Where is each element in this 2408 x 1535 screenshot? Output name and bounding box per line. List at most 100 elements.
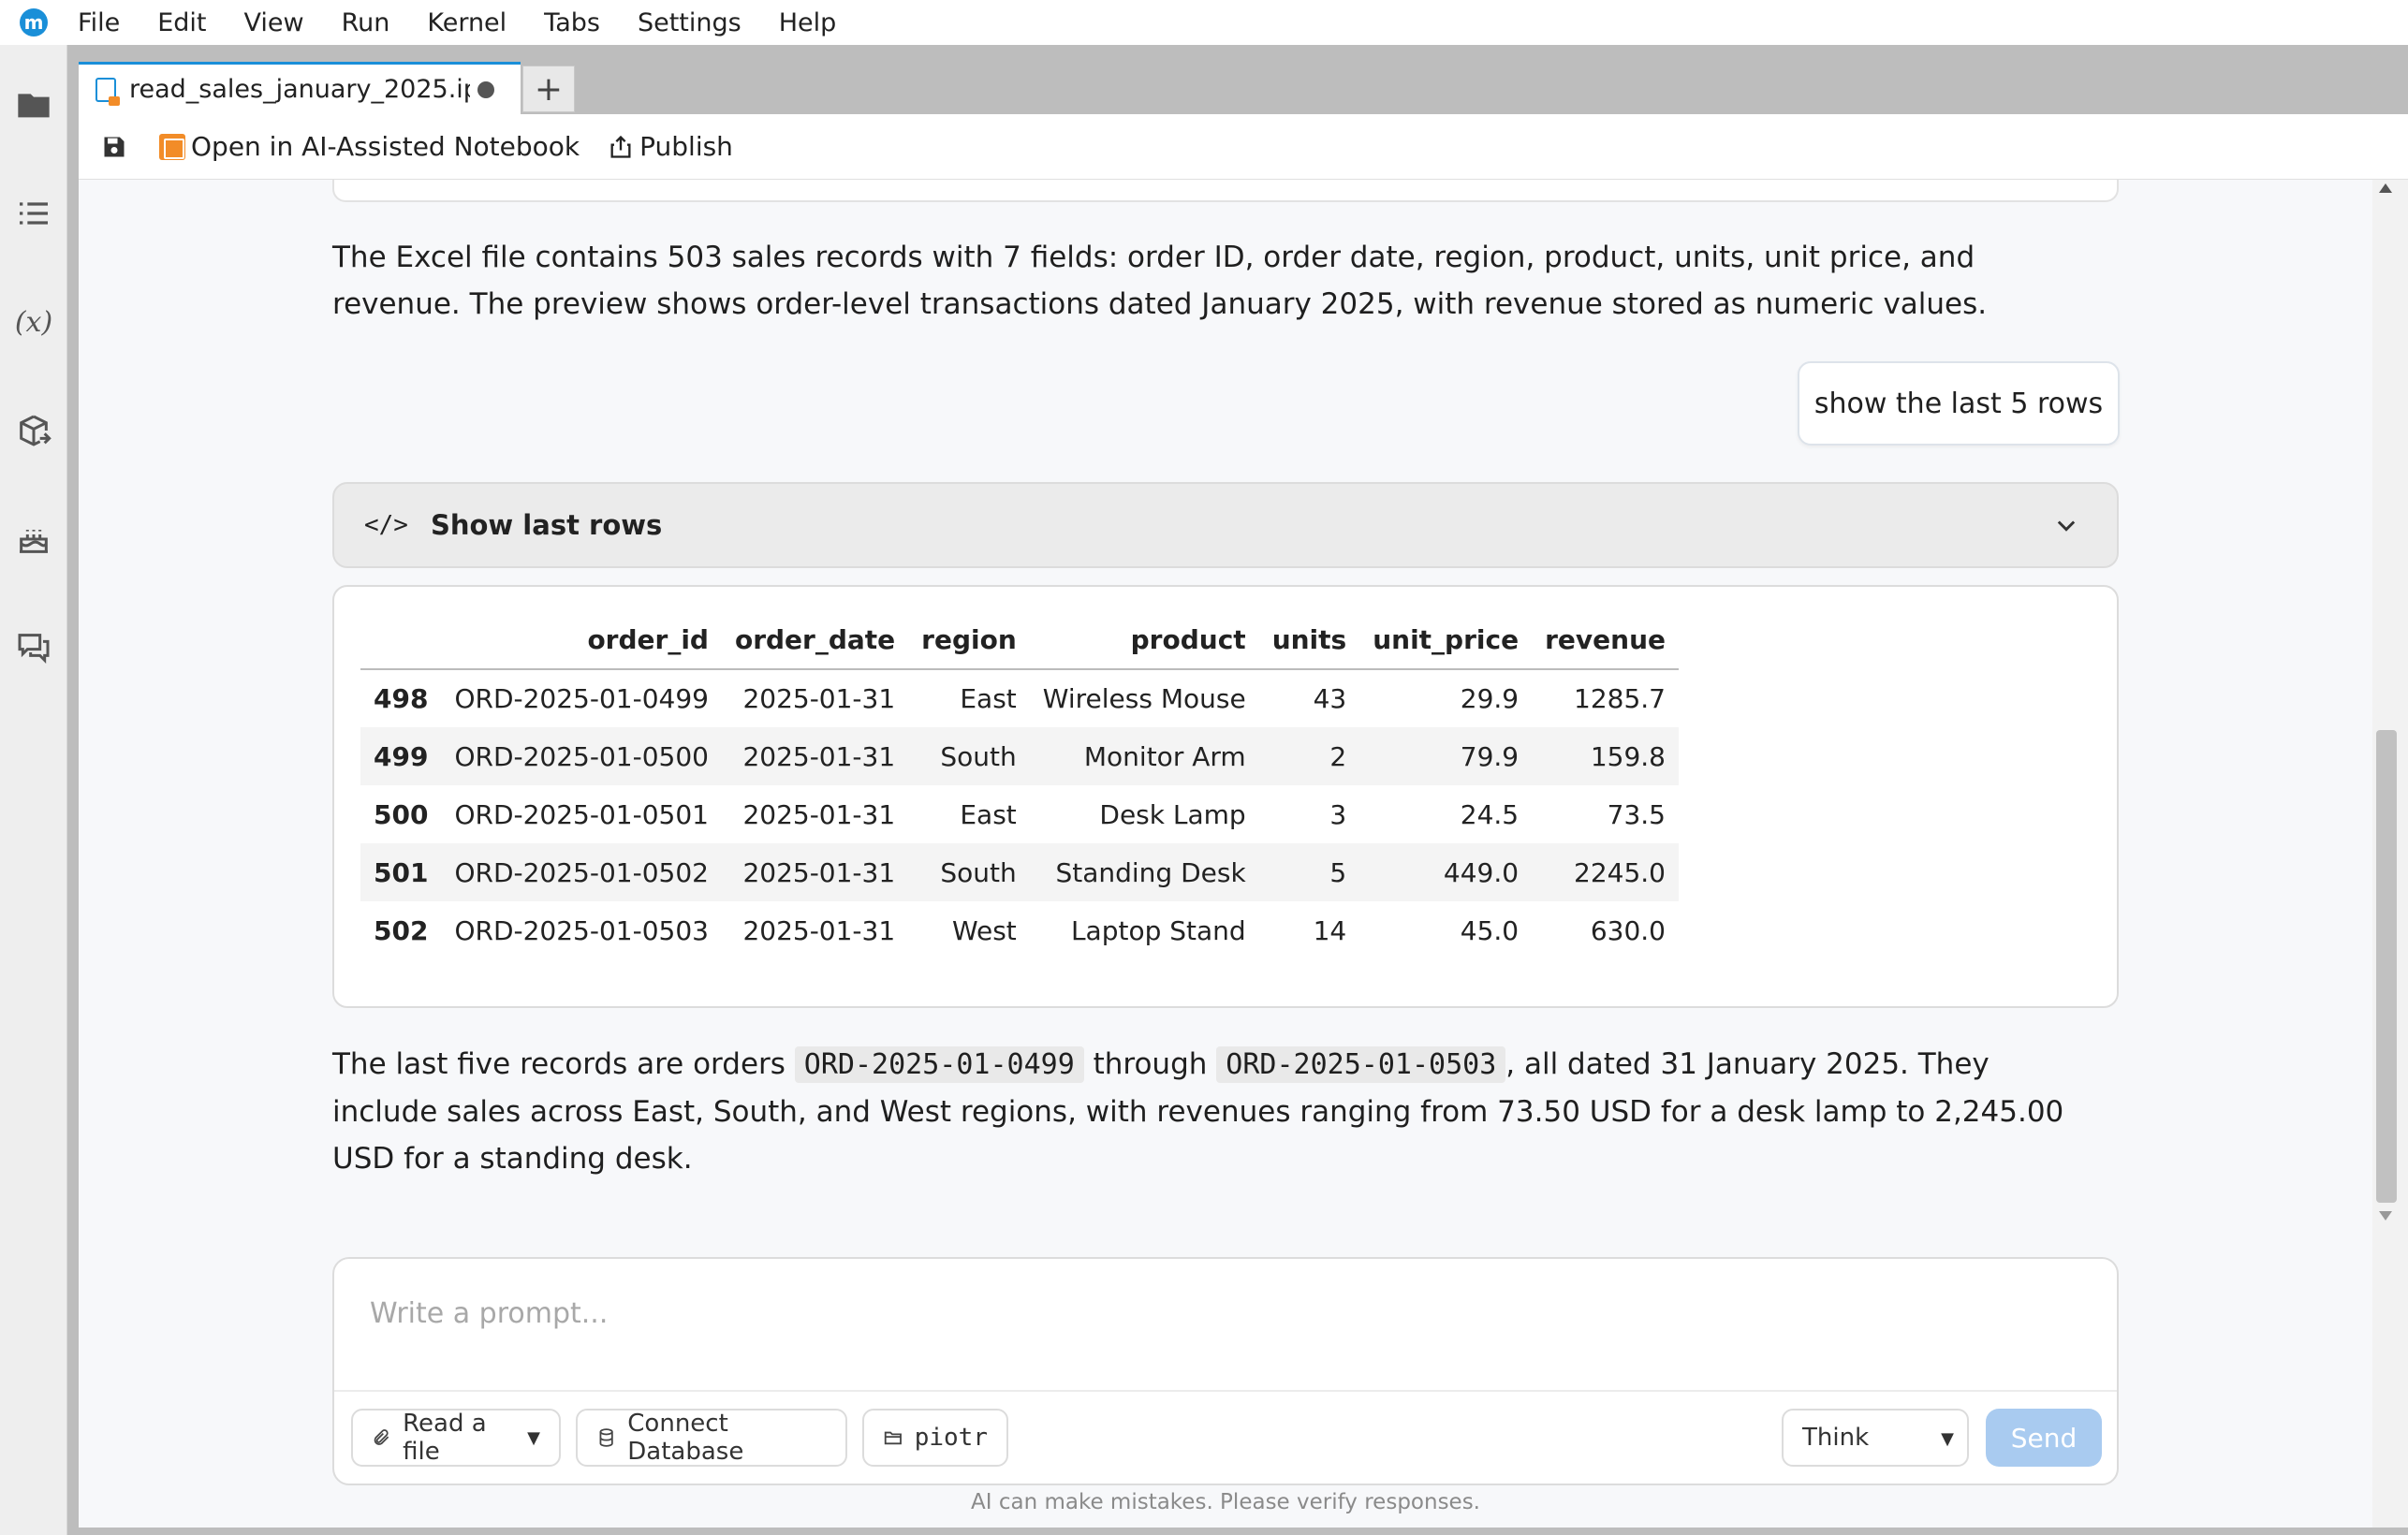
menu-kernel[interactable]: Kernel xyxy=(427,8,507,37)
table-cell: 2 xyxy=(1329,740,1347,772)
table-cell: 2025-01-31 xyxy=(742,740,896,772)
table-cell: ORD-2025-01-0501 xyxy=(454,798,709,830)
scroll-up-icon[interactable] xyxy=(2379,183,2392,193)
folder-open-icon xyxy=(884,1431,902,1445)
menu-file[interactable]: File xyxy=(78,8,120,37)
table-cell: 5 xyxy=(1329,856,1347,888)
table-of-contents-icon[interactable] xyxy=(13,193,54,234)
column-header: unit_price xyxy=(1359,611,1533,670)
table-cell: 2025-01-31 xyxy=(742,798,896,830)
share-icon xyxy=(608,134,634,160)
user-message-bubble: show the last 5 rows xyxy=(1798,361,2120,446)
connect-database-label: Connect Database xyxy=(627,1410,744,1466)
table-cell: 3 xyxy=(1329,798,1347,830)
column-header: order_id xyxy=(441,611,722,670)
save-button[interactable] xyxy=(97,130,131,164)
menu-settings[interactable]: Settings xyxy=(638,8,741,37)
menu-tabs[interactable]: Tabs xyxy=(544,8,600,37)
left-sidebar: (x) xyxy=(0,45,67,1535)
prompt-input[interactable] xyxy=(370,1285,2074,1341)
table-cell: 1285.7 xyxy=(1574,683,1666,714)
scroll-down-icon[interactable] xyxy=(2379,1211,2392,1221)
table-cell: ORD-2025-01-0500 xyxy=(454,740,709,772)
dataframe-output: order_id order_date region product units… xyxy=(332,585,2119,1008)
menu-run[interactable]: Run xyxy=(342,8,390,37)
publish-button[interactable]: Publish xyxy=(608,131,733,162)
table-row: 498 ORD-2025-01-0499 2025-01-31 East Wir… xyxy=(360,669,1679,727)
tab-bar: read_sales_january_2025.ipynb + xyxy=(79,62,575,114)
table-cell: 14 xyxy=(1313,914,1347,946)
table-cell: 2025-01-31 xyxy=(742,914,896,946)
menu-bar: m File Edit View Run Kernel Tabs Setting… xyxy=(0,0,2408,45)
chat-icon[interactable] xyxy=(13,627,54,668)
publish-label: Publish xyxy=(639,131,733,162)
menu-edit[interactable]: Edit xyxy=(157,8,206,37)
row-index: 498 xyxy=(374,683,429,714)
previous-output-card xyxy=(332,180,2119,202)
prompt-divider xyxy=(334,1390,2117,1392)
table-cell: ORD-2025-01-0502 xyxy=(454,856,709,888)
menu-help[interactable]: Help xyxy=(779,8,837,37)
column-header: units xyxy=(1258,611,1360,670)
inline-code: ORD-2025-01-0499 xyxy=(794,1046,1084,1083)
table-cell: West xyxy=(951,914,1017,946)
tab-label: read_sales_january_2025.ipynb xyxy=(129,75,470,104)
table-cell: 43 xyxy=(1313,683,1347,714)
read-file-button[interactable]: Read a file ▼ xyxy=(351,1409,561,1467)
row-index: 499 xyxy=(374,740,429,772)
caret-down-icon: ▼ xyxy=(1941,1429,1954,1449)
prompt-box: Read a file ▼ Connect Database piotr Thi… xyxy=(332,1257,2119,1485)
code-cell-toggle[interactable]: </> Show last rows xyxy=(332,482,2119,568)
send-button[interactable]: Send xyxy=(1986,1409,2102,1467)
database-icon xyxy=(599,1428,613,1447)
table-cell: 2245.0 xyxy=(1574,856,1666,888)
table-cell: Laptop Stand xyxy=(1070,914,1246,946)
table-cell: East xyxy=(960,683,1017,714)
code-cell-title: Show last rows xyxy=(430,509,663,541)
summary-paragraph: The Excel file contains 503 sales record… xyxy=(332,241,1988,321)
notebook-toolbar: Open in AI-Assisted Notebook Publish xyxy=(79,114,2408,180)
result-text-part: The last five records are orders xyxy=(332,1047,795,1081)
table-header-row: order_id order_date region product units… xyxy=(360,611,1679,670)
menu-view[interactable]: View xyxy=(243,8,303,37)
table-cell: South xyxy=(940,856,1017,888)
variables-icon[interactable]: (x) xyxy=(13,301,54,343)
table-cell: 29.9 xyxy=(1460,683,1520,714)
connect-database-button[interactable]: Connect Database xyxy=(576,1409,847,1467)
table-cell: Desk Lamp xyxy=(1099,798,1246,830)
unsaved-dot-icon[interactable] xyxy=(477,80,494,98)
column-header: revenue xyxy=(1532,611,1679,670)
open-ai-notebook-label: Open in AI-Assisted Notebook xyxy=(191,131,580,162)
new-tab-button[interactable]: + xyxy=(522,66,575,112)
table-cell: South xyxy=(940,740,1017,772)
cake-icon[interactable] xyxy=(13,519,54,560)
chevron-down-icon[interactable] xyxy=(2053,512,2079,538)
table-cell: Wireless Mouse xyxy=(1042,683,1246,714)
table-cell: 24.5 xyxy=(1460,798,1520,830)
caret-down-icon: ▼ xyxy=(527,1427,540,1448)
tab-notebook[interactable]: read_sales_january_2025.ipynb xyxy=(79,62,521,114)
row-index: 501 xyxy=(374,856,429,888)
column-header: order_date xyxy=(721,611,909,670)
table-cell: ORD-2025-01-0499 xyxy=(454,683,709,714)
scrollbar-thumb[interactable] xyxy=(2376,730,2397,1203)
result-text-part: through xyxy=(1083,1047,1217,1081)
ai-notebook-icon xyxy=(159,133,185,160)
app-logo: m xyxy=(20,8,48,37)
notebook-file-icon xyxy=(95,77,120,106)
table-cell: 2025-01-31 xyxy=(742,856,896,888)
column-header: region xyxy=(908,611,1030,670)
table-cell: Standing Desk xyxy=(1055,856,1246,888)
table-cell: 159.8 xyxy=(1590,740,1666,772)
table-cell: 45.0 xyxy=(1460,914,1520,946)
table-row: 501 ORD-2025-01-0502 2025-01-31 South St… xyxy=(360,843,1679,901)
mode-select[interactable]: Think ▼ xyxy=(1782,1409,1969,1467)
package-export-icon[interactable] xyxy=(13,410,54,451)
code-icon: </> xyxy=(364,511,408,539)
open-ai-notebook-button[interactable]: Open in AI-Assisted Notebook xyxy=(159,131,580,162)
table-cell: 73.5 xyxy=(1607,798,1666,830)
directory-button[interactable]: piotr xyxy=(862,1409,1008,1467)
row-index: 502 xyxy=(374,914,429,946)
table-cell: 449.0 xyxy=(1443,856,1520,888)
folder-icon[interactable] xyxy=(13,84,54,125)
